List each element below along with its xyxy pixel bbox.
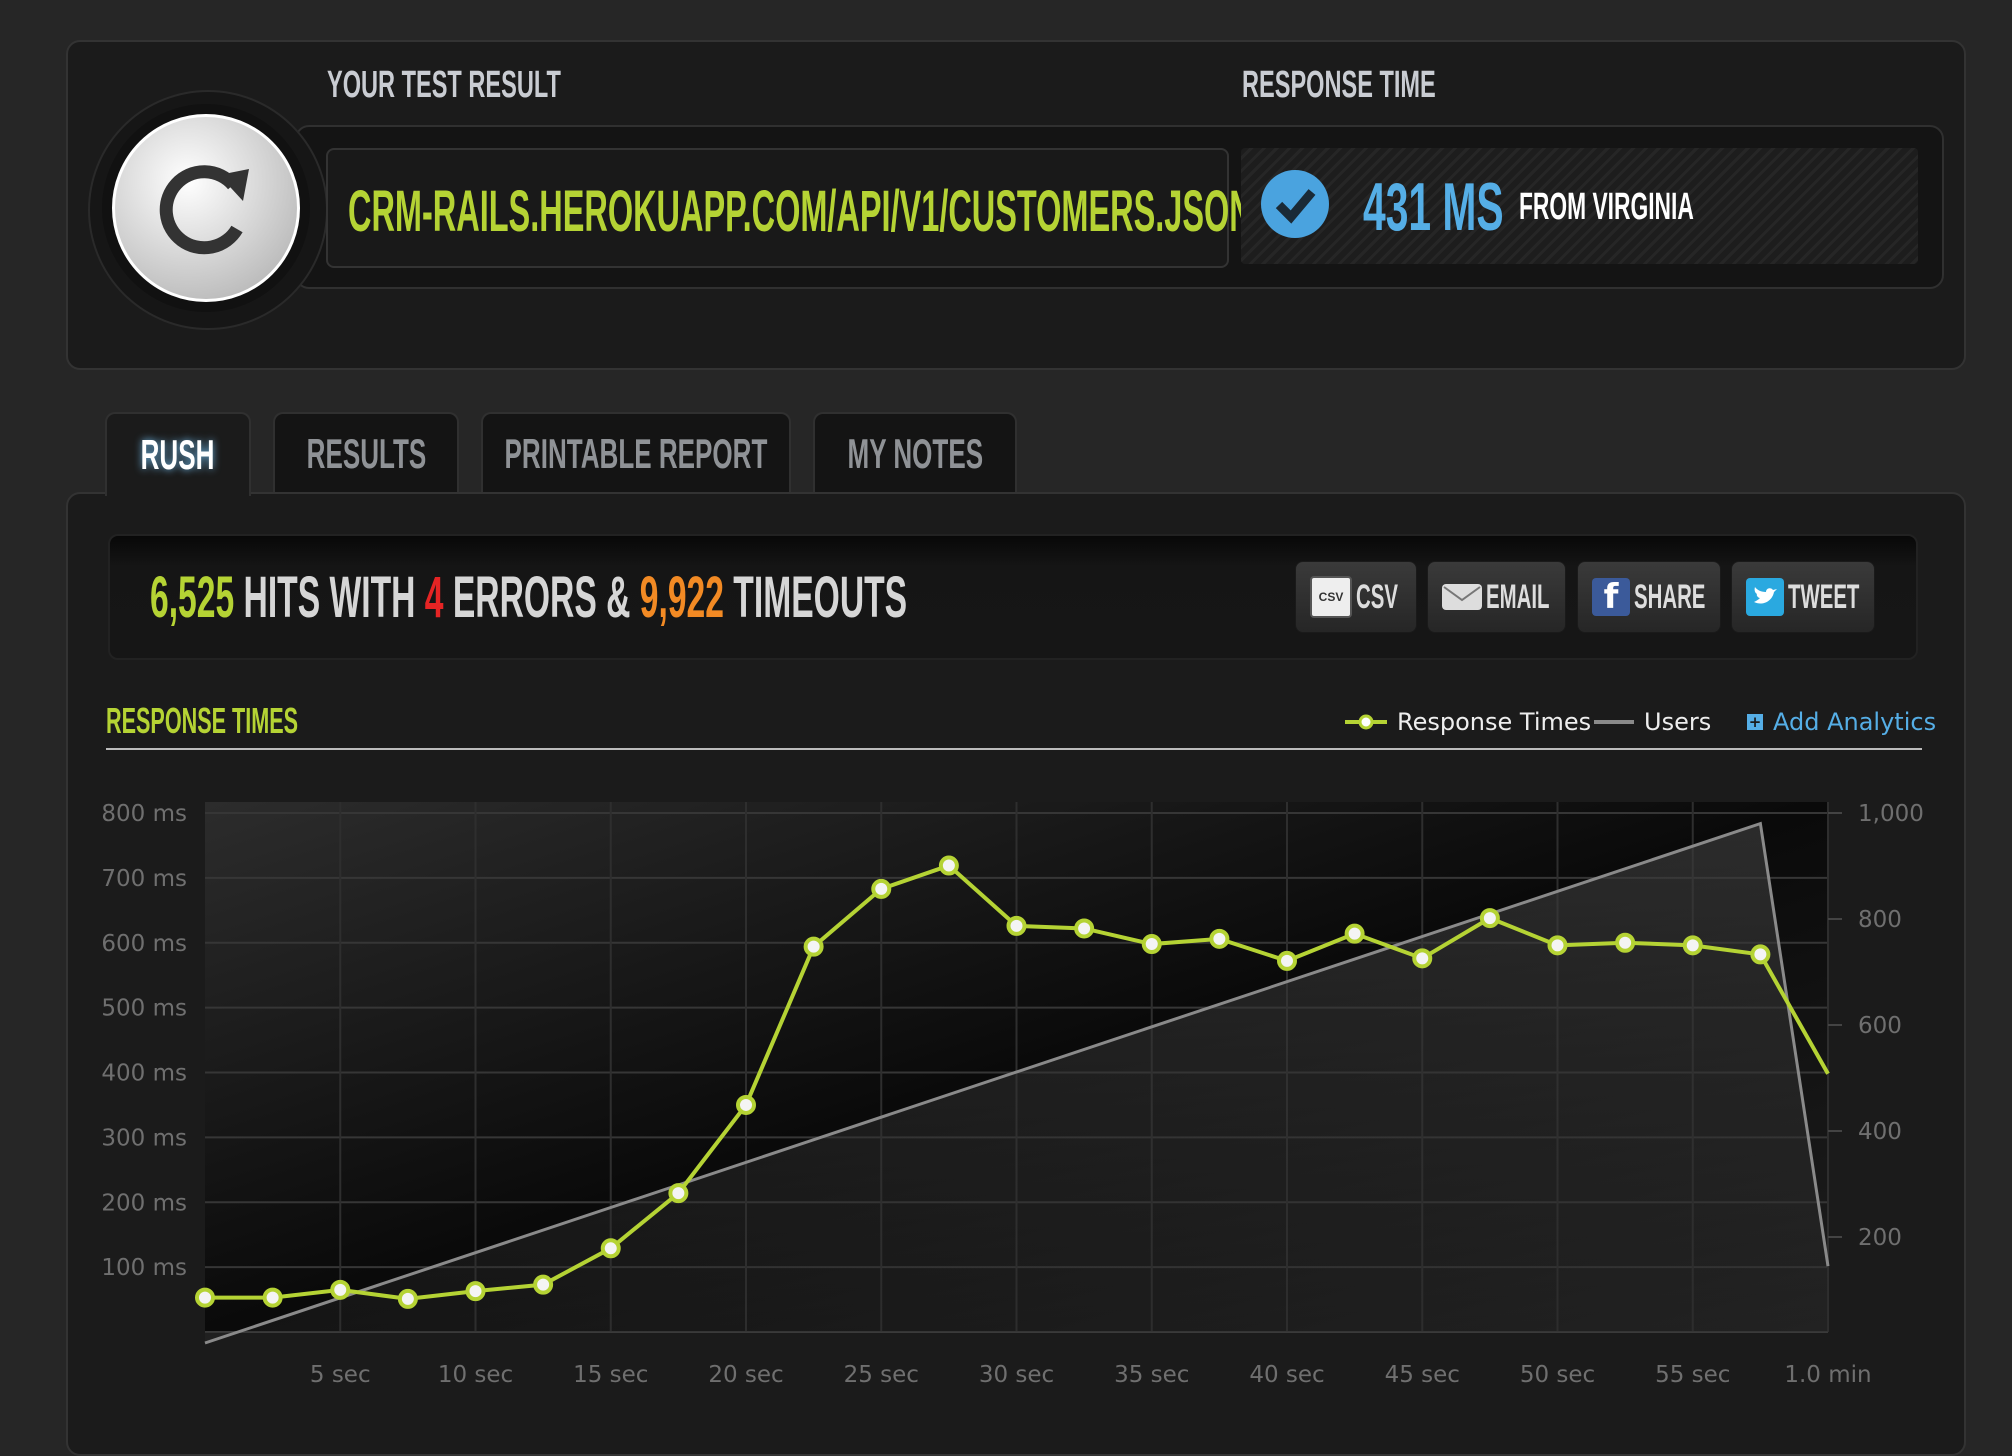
response-time-point [938,855,959,876]
x-tick-label: 50 sec [1520,1362,1595,1388]
response-time-point [1615,932,1636,953]
response-time-point [1074,918,1095,939]
y-left-tick-label: 600 ms [101,931,187,957]
response-time-point [465,1281,486,1302]
response-time-point [668,1183,689,1204]
response-time-point [1141,934,1162,955]
response-time-point [330,1279,351,1300]
x-tick-label: 25 sec [844,1362,919,1388]
x-tick-label: 20 sec [708,1362,783,1388]
response-time-point [1750,944,1771,965]
response-time-point [1277,950,1297,971]
response-times-chart: 100 ms 200 ms 300 ms 400 ms 500 ms 600 ms 700 … [101,801,1924,1388]
y-left-tick-label: 800 ms [101,801,187,827]
y-left-tick-label: 400 ms [101,1061,187,1087]
tab-rush[interactable]: RUSH [105,412,251,496]
y-left-tick-label: 100 ms [101,1255,187,1281]
y-right-tick-label: 400 [1858,1119,1902,1145]
x-tick-label: 1.0 min [1784,1362,1871,1388]
x-tick-label: 15 sec [573,1362,648,1388]
y-left-tick-label: 500 ms [101,996,187,1022]
y-right-tick-label: 1,000 [1858,801,1924,827]
y-left-tick-label: 300 ms [101,1125,187,1151]
x-tick-label: 55 sec [1655,1362,1730,1388]
response-time-point [262,1287,283,1308]
y-right-tick-label: 800 [1858,907,1902,933]
x-tick-label: 5 sec [310,1362,371,1388]
response-time-point [1344,923,1365,944]
response-time-point [736,1094,756,1115]
response-time-point [1006,915,1027,936]
x-tick-label: 45 sec [1385,1362,1460,1388]
y-left-tick-label: 700 ms [101,866,187,892]
response-time-point [397,1288,418,1309]
y-right-tick-label: 600 [1858,1013,1902,1039]
response-time-point [533,1274,554,1295]
x-tick-label: 40 sec [1249,1362,1324,1388]
x-tick-label: 35 sec [1114,1362,1189,1388]
x-tick-label: 30 sec [979,1362,1054,1388]
y-right-tick-label: 200 [1858,1225,1902,1251]
response-time-point [871,878,892,899]
response-time-point [1547,935,1568,956]
x-tick-label: 10 sec [438,1362,513,1388]
response-time-point [1209,928,1230,949]
response-time-point [1479,908,1500,929]
response-time-point [1682,935,1703,956]
response-time-point [600,1238,621,1259]
response-time-point [803,936,824,957]
response-time-point [1412,948,1433,969]
response-time-point [195,1287,215,1308]
y-left-tick-label: 200 ms [101,1190,187,1216]
